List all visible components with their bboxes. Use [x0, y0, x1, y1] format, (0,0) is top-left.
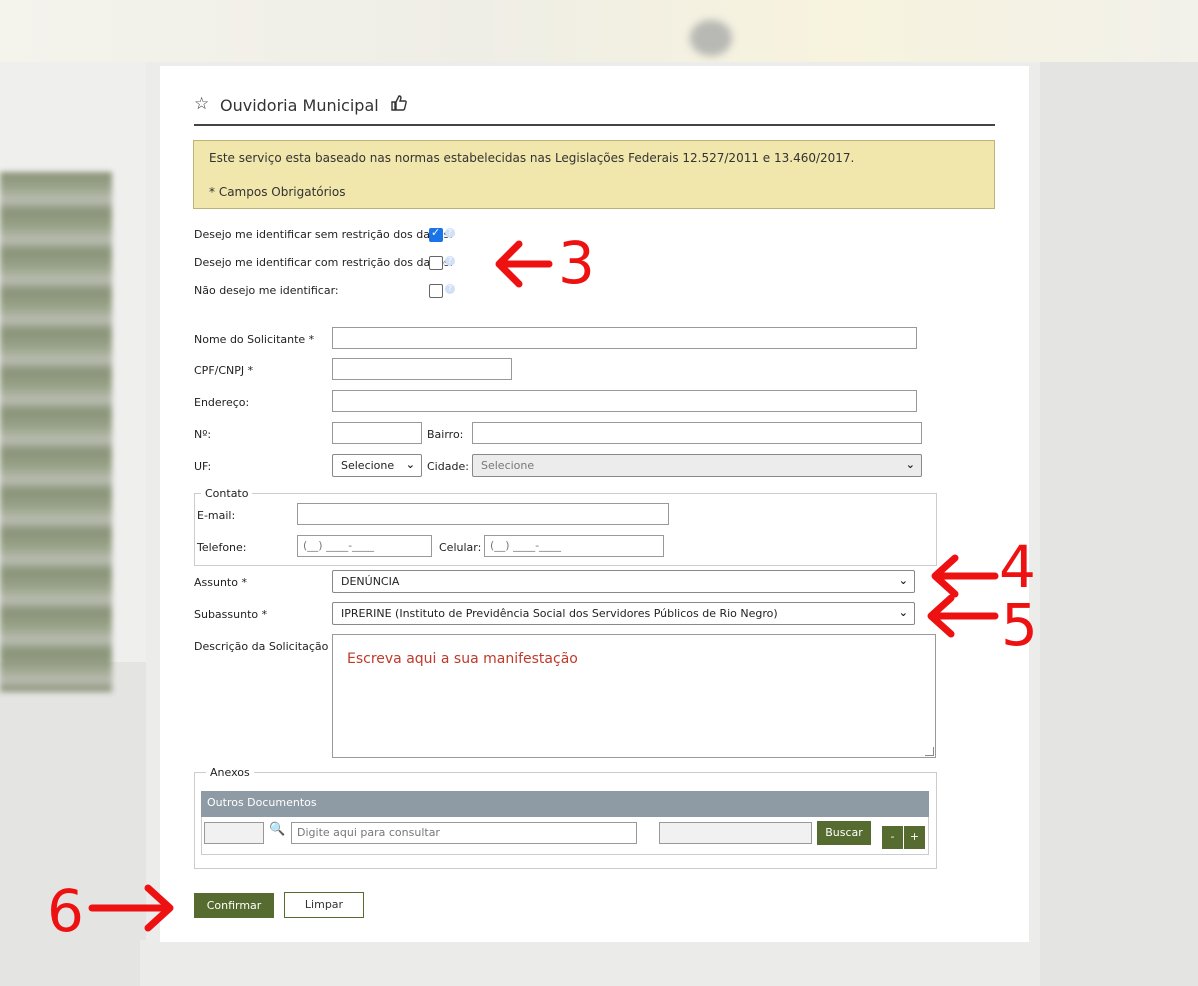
telefone-input[interactable]: (__) ____-____ — [297, 535, 432, 557]
uf-label: UF: — [194, 460, 212, 473]
telefone-placeholder: (__) ____-____ — [303, 539, 375, 552]
annotation-number-4: 4 — [999, 533, 1036, 601]
telefone-label: Telefone: — [197, 541, 247, 554]
background-blurred-icon — [690, 20, 732, 56]
bairro-input[interactable] — [472, 422, 922, 444]
endereco-label: Endereço: — [194, 396, 250, 409]
cpf-input[interactable] — [332, 358, 512, 380]
chevron-down-icon: ⌄ — [905, 458, 915, 471]
contato-legend: Contato — [201, 487, 253, 500]
document-search-input[interactable]: Digite aqui para consultar — [291, 822, 637, 844]
assunto-label: Assunto * — [194, 576, 247, 589]
notice-legislation-text: Este serviço esta baseado nas normas est… — [209, 151, 855, 165]
thumbs-up-icon[interactable] — [390, 94, 408, 117]
cidade-label: Cidade: — [427, 460, 469, 473]
celular-label: Celular: — [439, 541, 482, 554]
anonymous-label: Não desejo me identificar: — [194, 284, 339, 297]
assunto-select[interactable]: DENÚNCIA ⌄ — [332, 570, 915, 593]
outros-documentos-header: Outros Documentos — [201, 791, 929, 817]
subassunto-select[interactable]: IPRERINE (Instituto de Previdência Socia… — [332, 602, 915, 625]
help-icon[interactable]: ? — [445, 284, 455, 294]
identify-restricted-label: Desejo me identificar com restrição dos … — [194, 256, 454, 269]
page-title: Ouvidoria Municipal — [220, 96, 379, 115]
legal-notice: Este serviço esta baseado nas normas est… — [193, 140, 995, 209]
numero-input[interactable] — [332, 422, 422, 444]
chevron-down-icon: ⌄ — [898, 606, 908, 619]
search-icon[interactable]: 🔍 — [269, 822, 285, 837]
annotation-number-5: 5 — [1001, 591, 1038, 659]
star-icon[interactable]: ☆ — [194, 94, 209, 114]
cidade-select-value: Selecione — [481, 459, 535, 472]
identify-unrestricted-label: Desejo me identificar sem restrição dos … — [194, 228, 454, 241]
document-file-input[interactable] — [659, 822, 812, 844]
notice-required-fields: * Campos Obrigatórios — [209, 185, 346, 199]
outros-documentos-title: Outros Documentos — [207, 796, 317, 809]
identify-restricted-checkbox[interactable] — [429, 256, 443, 270]
page-header: ☆ Ouvidoria Municipal — [194, 94, 995, 126]
identify-unrestricted-checkbox[interactable] — [429, 226, 443, 242]
email-input[interactable] — [297, 503, 669, 525]
assunto-select-value: DENÚNCIA — [341, 575, 400, 588]
cpf-label: CPF/CNPJ * — [194, 364, 254, 377]
descricao-textarea[interactable]: Escreva aqui a sua manifestação — [332, 634, 936, 758]
annotation-arrow-6 — [88, 884, 174, 932]
descricao-label: Descrição da Solicitação * — [194, 640, 338, 653]
endereco-input[interactable] — [332, 390, 917, 412]
remove-row-button[interactable]: - — [882, 826, 903, 849]
anonymous-checkbox[interactable] — [429, 284, 443, 298]
chevron-down-icon: ⌄ — [898, 574, 908, 587]
help-icon[interactable]: ? — [445, 228, 455, 238]
resize-handle[interactable] — [925, 747, 934, 756]
background-blurred-menu — [0, 172, 112, 692]
annotation-arrow-5 — [927, 594, 999, 638]
numero-label: Nº: — [194, 428, 212, 441]
help-icon[interactable]: ? — [445, 256, 455, 266]
background-top-bar — [0, 0, 1198, 62]
background-bottom — [140, 940, 1040, 986]
cidade-select[interactable]: Selecione ⌄ — [472, 454, 922, 477]
background-left-sidebar — [0, 62, 148, 692]
subassunto-select-value: IPRERINE (Instituto de Previdência Socia… — [341, 607, 778, 620]
descricao-text: Escreva aqui a sua manifestação — [347, 651, 578, 667]
chevron-down-icon: ⌄ — [405, 458, 415, 471]
celular-placeholder: (__) ____-____ — [490, 539, 562, 552]
annotation-arrow-3 — [495, 240, 553, 288]
document-search-placeholder: Digite aqui para consultar — [297, 826, 440, 839]
bairro-label: Bairro: — [427, 428, 464, 441]
uf-select[interactable]: Selecione ⌄ — [332, 454, 422, 477]
celular-input[interactable]: (__) ____-____ — [484, 535, 664, 557]
nome-input[interactable] — [332, 327, 917, 349]
annotation-number-3: 3 — [558, 229, 595, 297]
email-label: E-mail: — [197, 509, 236, 522]
anexos-legend: Anexos — [206, 766, 254, 779]
annotation-arrow-4 — [931, 554, 999, 598]
limpar-button[interactable]: Limpar — [284, 892, 364, 918]
subassunto-label: Subassunto * — [194, 608, 268, 621]
document-code-input[interactable] — [204, 822, 264, 844]
uf-select-value: Selecione — [341, 459, 395, 472]
buscar-button[interactable]: Buscar — [817, 821, 871, 845]
confirmar-button[interactable]: Confirmar — [194, 893, 274, 918]
nome-label: Nome do Solicitante * — [194, 333, 315, 346]
annotation-number-6: 6 — [47, 877, 84, 945]
add-row-button[interactable]: + — [904, 826, 925, 849]
